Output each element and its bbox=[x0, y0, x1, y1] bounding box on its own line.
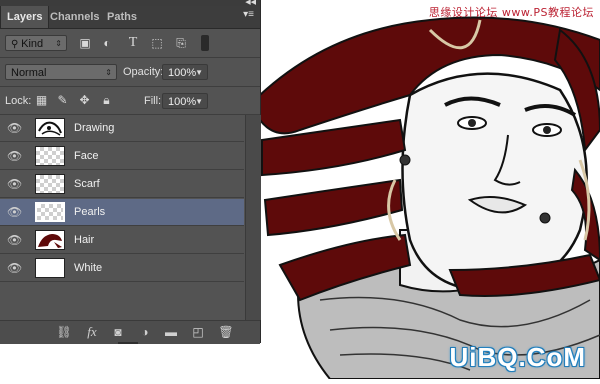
fx-icon[interactable]: fx bbox=[84, 325, 100, 339]
trash-icon[interactable]: 🗑︎ bbox=[218, 325, 234, 339]
lock-row: Lock: ▦ ✎ ✥ 🔒︎ Fill: 100% ▼ bbox=[0, 87, 260, 115]
chevron-down-icon[interactable]: ▼ bbox=[195, 94, 203, 110]
layers-list: 👁︎ Drawing 👁︎ Face 👁︎ Scarf 👁︎ Pearls 👁︎ bbox=[0, 115, 244, 320]
layer-name: Hair bbox=[74, 234, 95, 246]
layer-name: Pearls bbox=[74, 206, 106, 218]
adjustment-filter-icon[interactable]: ◐ bbox=[100, 36, 114, 50]
fill-value: 100% bbox=[168, 96, 197, 108]
opacity-field[interactable]: 100% ▼ bbox=[162, 64, 208, 80]
link-layers-icon[interactable]: ⛓︎ bbox=[56, 325, 72, 339]
layer-name: White bbox=[74, 262, 103, 274]
layer-thumbnail bbox=[35, 174, 65, 194]
layer-row-hair[interactable]: 👁︎ Hair bbox=[0, 227, 244, 254]
tab-paths[interactable]: Paths bbox=[101, 6, 143, 28]
eye-icon[interactable]: 👁︎ bbox=[7, 122, 22, 134]
smart-object-filter-icon[interactable]: ⎘ bbox=[174, 36, 188, 50]
layer-thumbnail bbox=[35, 146, 65, 166]
layer-name: Drawing bbox=[74, 122, 115, 134]
layers-scrollbar[interactable] bbox=[245, 115, 261, 320]
layer-row-white[interactable]: 👁︎ White bbox=[0, 255, 244, 282]
blend-mode-row: Normal ⇕ Opacity: 100% ▼ bbox=[0, 58, 260, 87]
shape-filter-icon[interactable]: ⬚ bbox=[150, 36, 164, 50]
blend-mode-dropdown[interactable]: Normal ⇕ bbox=[5, 64, 117, 80]
type-filter-icon[interactable]: T bbox=[126, 36, 140, 50]
eye-icon[interactable]: 👁︎ bbox=[7, 234, 22, 246]
new-layer-icon[interactable]: ◰ bbox=[190, 325, 206, 339]
layer-thumbnail bbox=[35, 118, 65, 138]
eye-icon[interactable]: 👁︎ bbox=[7, 150, 22, 162]
chevron-updown-icon: ⇕ bbox=[105, 68, 112, 77]
tab-channels[interactable]: Channels bbox=[44, 6, 106, 28]
chevron-updown-icon: ⇕ bbox=[55, 39, 62, 48]
lock-image-icon[interactable]: ✎ bbox=[56, 94, 69, 107]
eye-icon[interactable]: 👁︎ bbox=[7, 178, 22, 190]
panel-resize-grip[interactable] bbox=[118, 342, 138, 344]
lock-all-icon[interactable]: 🔒︎ bbox=[100, 94, 113, 107]
watermark-logo: UiBQ.CoM bbox=[449, 342, 586, 372]
lock-transparent-icon[interactable]: ▦ bbox=[35, 94, 48, 107]
filter-kind-label: Kind bbox=[21, 38, 44, 50]
layer-thumbnail bbox=[35, 230, 65, 250]
layers-bottom-toolbar: ⛓︎ fx ◙ ◑ ▬ ◰ 🗑︎ bbox=[0, 320, 260, 344]
panel-menu-icon[interactable]: ▾≡ bbox=[243, 9, 254, 20]
eye-icon[interactable]: 👁︎ bbox=[7, 262, 22, 274]
layer-name: Face bbox=[74, 150, 99, 162]
tab-layers[interactable]: Layers bbox=[0, 6, 50, 28]
layer-row-pearls[interactable]: 👁︎ Pearls bbox=[0, 199, 244, 226]
fill-label: Fill: bbox=[144, 95, 162, 107]
adjustment-layer-icon[interactable]: ◑ bbox=[137, 325, 153, 339]
eye-icon[interactable]: 👁︎ bbox=[7, 206, 22, 218]
filter-kind-dropdown[interactable]: ⚲ Kind ⇕ bbox=[5, 35, 67, 51]
search-icon: ⚲ bbox=[11, 39, 22, 50]
watermark-top: 思缘设计论坛 www.PS教程论坛 bbox=[428, 6, 594, 19]
panel-tabs: Layers Channels Paths ▾≡ bbox=[0, 6, 260, 29]
pixel-filter-icon[interactable]: ▣ bbox=[78, 36, 92, 50]
layer-row-face[interactable]: 👁︎ Face bbox=[0, 143, 244, 170]
layer-row-drawing[interactable]: 👁︎ Drawing bbox=[0, 115, 244, 142]
chevron-down-icon[interactable]: ▼ bbox=[195, 65, 203, 81]
blend-mode-value: Normal bbox=[11, 67, 47, 79]
layers-panel: ◀◀ Layers Channels Paths ▾≡ ⚲ Kind ⇕ ▣ ◐… bbox=[0, 0, 261, 344]
filter-toggle-switch[interactable] bbox=[201, 35, 209, 51]
layer-thumbnail bbox=[35, 258, 65, 278]
layer-name: Scarf bbox=[74, 178, 100, 190]
lock-position-icon[interactable]: ✥ bbox=[78, 94, 91, 107]
group-folder-icon[interactable]: ▬ bbox=[163, 325, 179, 339]
layer-row-scarf[interactable]: 👁︎ Scarf bbox=[0, 171, 244, 198]
lock-label: Lock: bbox=[5, 95, 32, 107]
layer-filter-row: ⚲ Kind ⇕ ▣ ◐ T ⬚ ⎘ bbox=[0, 29, 260, 58]
add-mask-icon[interactable]: ◙ bbox=[110, 325, 126, 339]
fill-field[interactable]: 100% ▼ bbox=[162, 93, 208, 109]
opacity-value: 100% bbox=[168, 67, 197, 79]
layer-thumbnail bbox=[35, 202, 65, 222]
opacity-label: Opacity: bbox=[123, 66, 164, 78]
